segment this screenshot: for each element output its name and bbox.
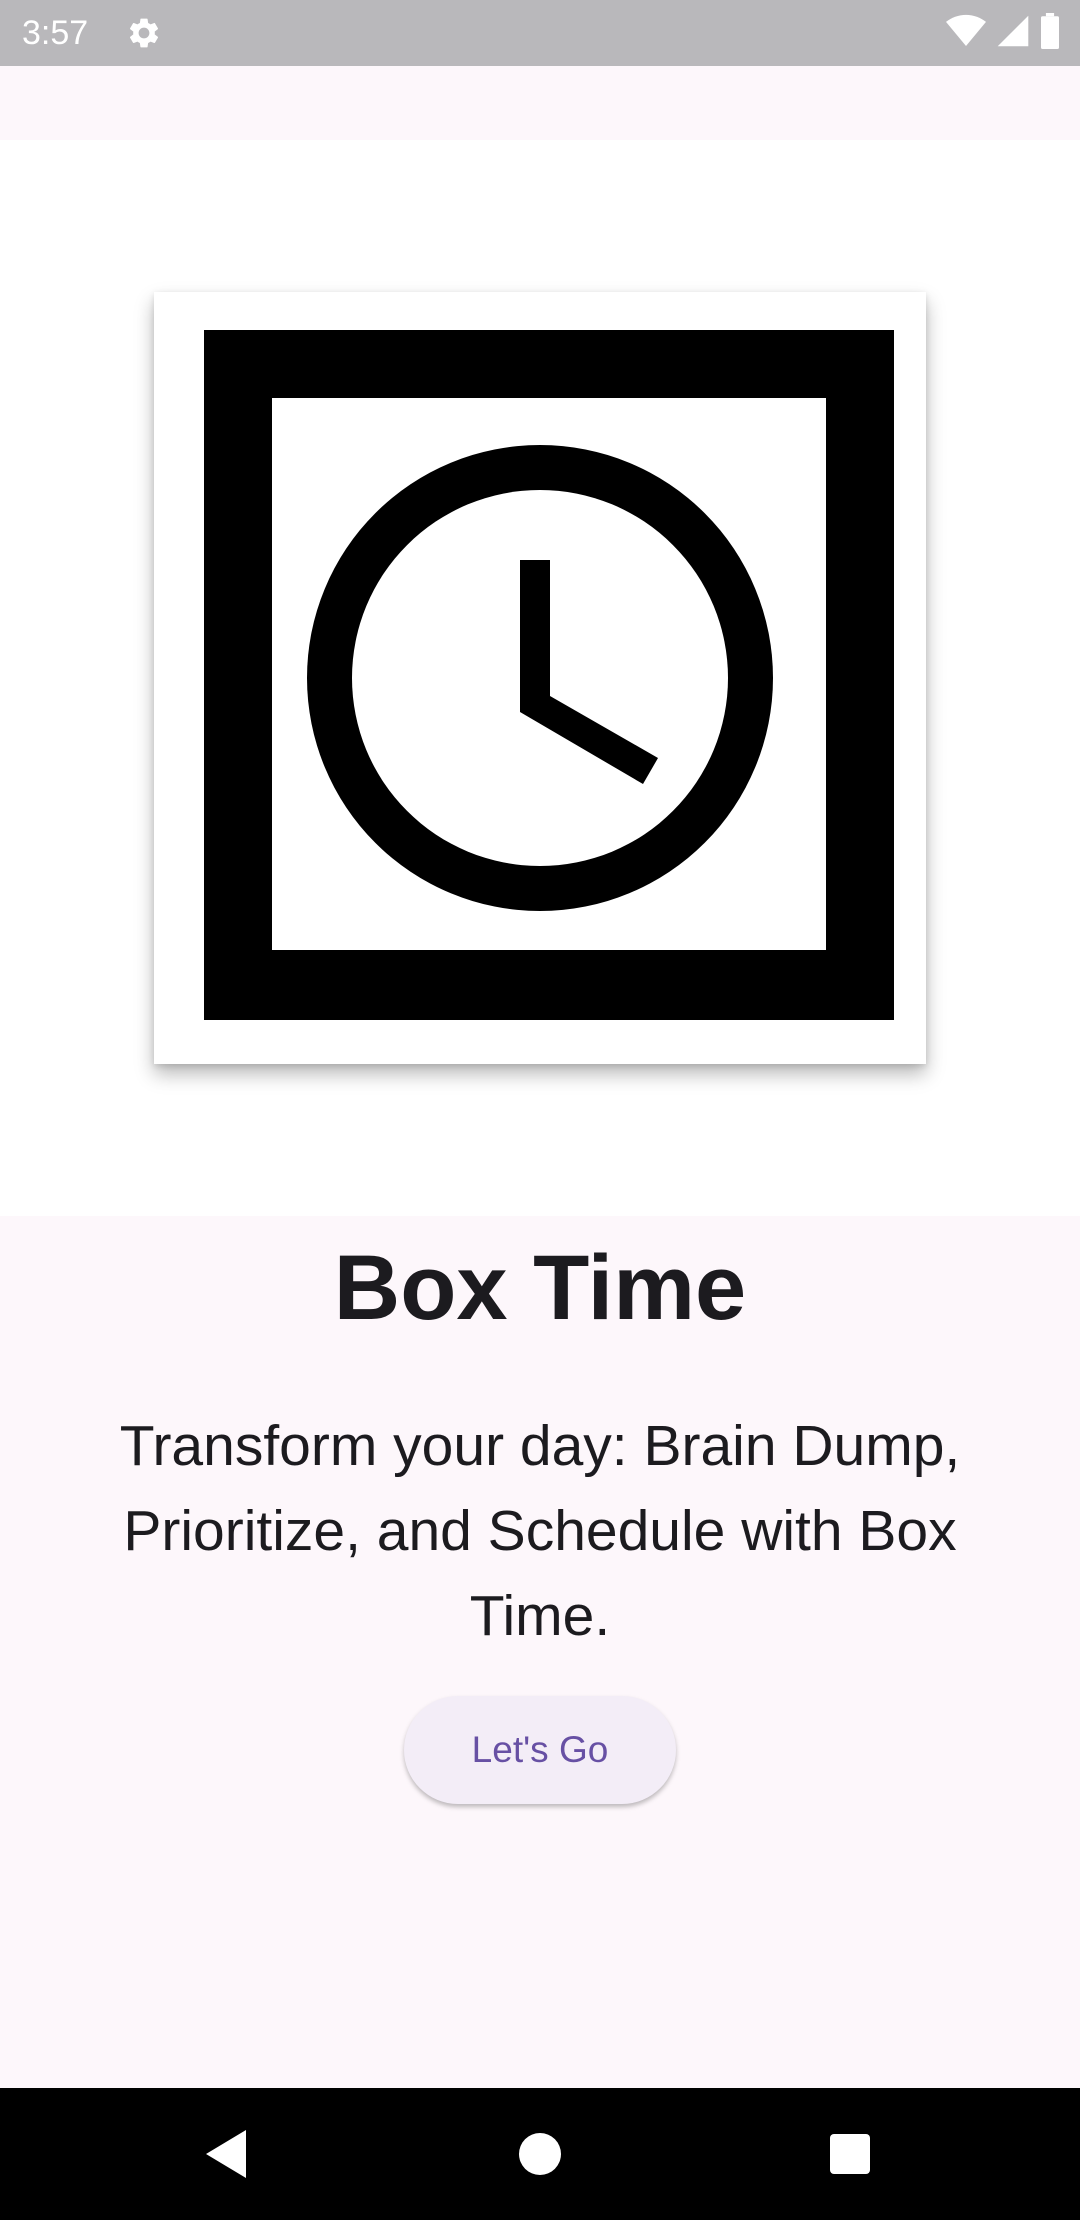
battery-icon — [1040, 12, 1060, 54]
status-bar: 3:57 — [0, 0, 1080, 66]
gear-icon — [126, 15, 162, 51]
cell-signal-icon — [996, 14, 1030, 53]
lets-go-button[interactable]: Let's Go — [404, 1696, 676, 1804]
welcome-screen: 3:57 Box Time Transform your day: Brain … — [0, 0, 1080, 2220]
app-tagline: Transform your day: Brain Dump, Prioriti… — [119, 1414, 961, 1648]
status-icons — [946, 12, 1060, 54]
wifi-icon — [946, 14, 986, 53]
home-icon[interactable] — [504, 2118, 576, 2190]
app-title: Box Time — [333, 1237, 747, 1339]
status-time: 3:57 — [22, 14, 89, 52]
back-icon[interactable] — [190, 2118, 262, 2190]
navigation-bar — [0, 2088, 1080, 2220]
hero-area — [0, 140, 1080, 1216]
box-clock-logo — [154, 292, 926, 1064]
recents-icon[interactable] — [814, 2118, 886, 2190]
